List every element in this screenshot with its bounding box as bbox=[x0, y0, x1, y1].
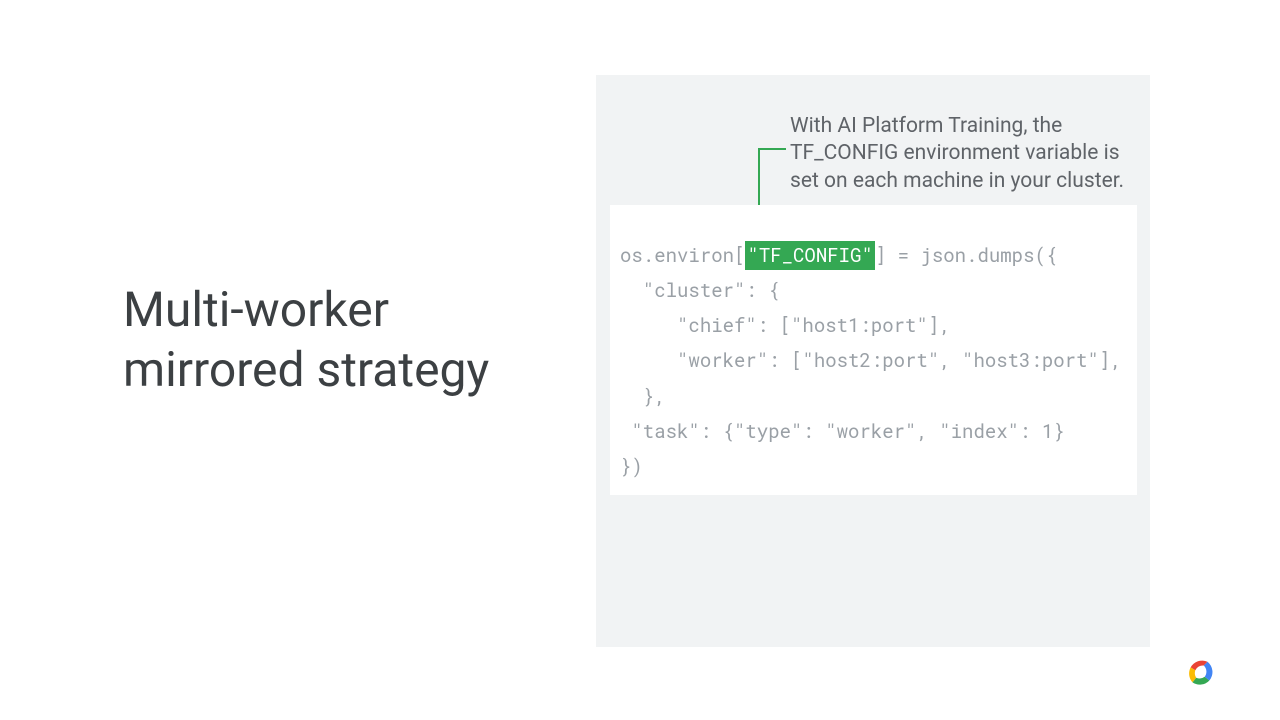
google-cloud-logo-icon bbox=[1185, 658, 1215, 688]
code-line-1-pre: os.environ[ bbox=[620, 243, 745, 268]
code-line-2: "cluster": { bbox=[620, 278, 780, 303]
code-block: os.environ["TF_CONFIG"] = json.dumps({ "… bbox=[610, 205, 1137, 495]
slide-title: Multi-worker mirrored strategy bbox=[123, 280, 489, 400]
annotation-text: With AI Platform Training, the TF_CONFIG… bbox=[790, 113, 1135, 195]
code-highlight-tfconfig: "TF_CONFIG" bbox=[745, 241, 874, 270]
code-line-4: "worker": ["host2:port", "host3:port"], bbox=[620, 348, 1122, 373]
annotation-connector-horizontal bbox=[758, 148, 786, 150]
code-line-3: "chief": ["host1:port"], bbox=[620, 313, 951, 338]
code-line-7: }) bbox=[620, 454, 643, 479]
code-line-1-post: ] = json.dumps({ bbox=[875, 243, 1057, 268]
title-line-2: mirrored strategy bbox=[123, 341, 489, 398]
title-line-1: Multi-worker bbox=[123, 281, 389, 338]
code-line-5: }, bbox=[620, 384, 666, 409]
code-line-6: "task": {"type": "worker", "index": 1} bbox=[620, 419, 1065, 444]
